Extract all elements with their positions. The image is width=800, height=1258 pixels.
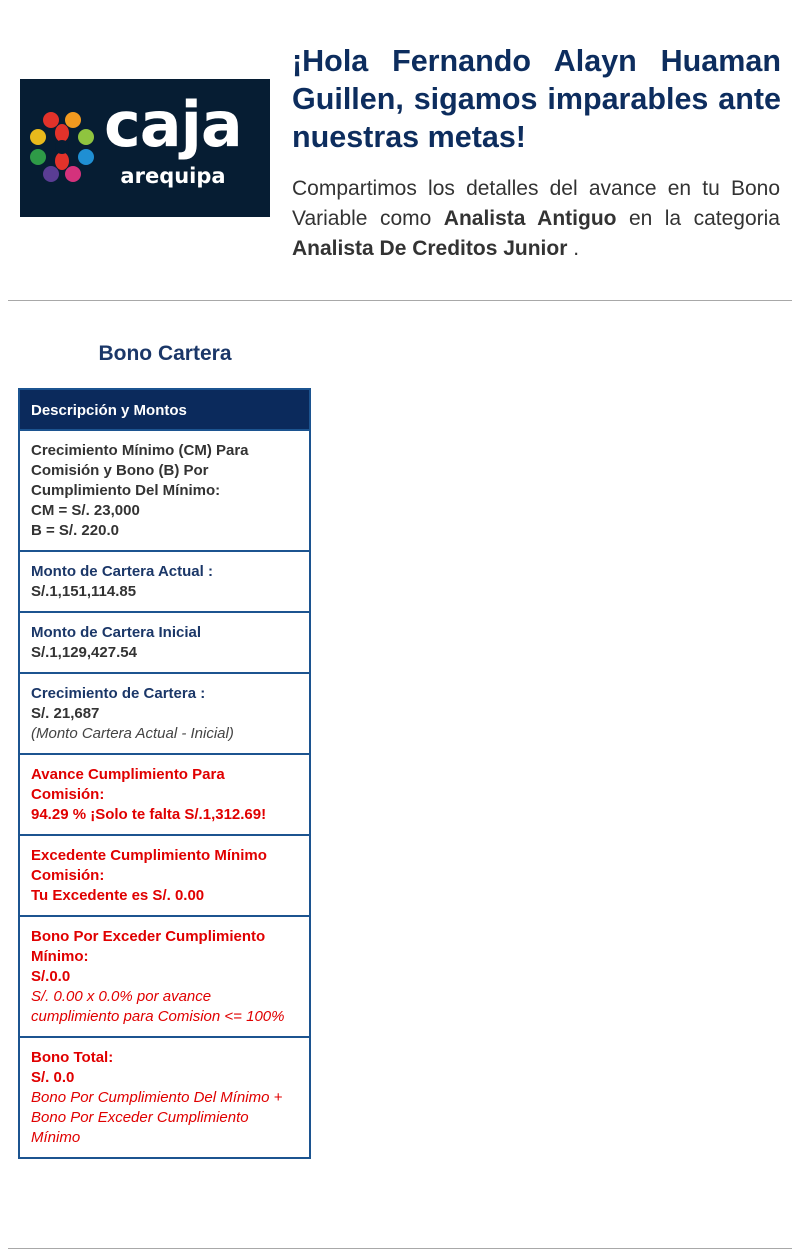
row-note: S/. 0.00 x 0.0% por avance cumplimiento … (31, 988, 285, 1025)
row-minimum-growth: Crecimiento Mínimo (CM) Para Comisión y … (20, 431, 309, 552)
intro-text-mid: en la categoria (616, 207, 780, 230)
row-value: S/.1,151,114.85 (31, 583, 137, 600)
row-label: Monto de Cartera Actual : (31, 563, 213, 580)
table-header: Descripción y Montos (20, 390, 309, 431)
row-value-b: B = S/. 220.0 (31, 522, 119, 539)
row-note: (Monto Cartera Actual - Inicial) (31, 725, 234, 742)
row-excess-bonus: Bono Por Exceder Cumplimiento Mínimo: S/… (20, 917, 309, 1038)
role-name: Analista Antiguo (443, 207, 617, 230)
row-value: S/. 0.0 (31, 1069, 75, 1086)
row-label: Excedente Cumplimiento Mínimo Comisión: (31, 847, 267, 884)
row-commission-progress: Avance Cumplimiento Para Comisión: 94.29… (20, 755, 309, 836)
row-portfolio-growth: Crecimiento de Cartera : S/. 21,687 (Mon… (20, 674, 309, 755)
row-value: S/. 21,687 (31, 705, 100, 722)
section-title: Bono Cartera (98, 342, 232, 365)
logo-brand-text: caja (104, 88, 243, 161)
row-value-cm: CM = S/. 23,000 (31, 502, 140, 519)
row-commission-excess: Excedente Cumplimiento Mínimo Comisión: … (20, 836, 309, 917)
caja-arequipa-logo: caja arequipa (20, 79, 270, 217)
intro-text-end: . (567, 237, 580, 260)
row-value: S/.1,129,427.54 (31, 644, 137, 661)
email-header: caja arequipa ¡Hola Fernando Alayn Huama… (0, 0, 800, 290)
greeting-heading: ¡Hola Fernando Alayn Huaman Guillen, sig… (292, 44, 781, 154)
row-value: 94.29 % ¡Solo te falta S/.1,312.69! (31, 806, 267, 823)
row-label: Bono Por Exceder Cumplimiento Mínimo: (31, 928, 266, 965)
row-value: S/.0.0 (31, 968, 71, 985)
row-total-bonus: Bono Total: S/. 0.0 Bono Por Cumplimient… (20, 1038, 309, 1157)
email-page: caja arequipa ¡Hola Fernando Alayn Huama… (0, 0, 800, 1258)
logo-sub-text: arequipa (120, 164, 226, 188)
row-current-portfolio: Monto de Cartera Actual : S/.1,151,114.8… (20, 552, 309, 613)
bottom-divider (8, 1248, 792, 1249)
row-label: Monto de Cartera Inicial (31, 624, 202, 641)
row-initial-portfolio: Monto de Cartera Inicial S/.1,129,427.54 (20, 613, 309, 674)
category-name: Analista De Creditos Junior (292, 237, 568, 260)
row-label: Avance Cumplimiento Para Comisión: (31, 766, 225, 803)
row-label: Crecimiento de Cartera : (31, 685, 206, 702)
intro-paragraph: Compartimos los detalles del avance en t… (292, 174, 780, 264)
top-divider (8, 300, 792, 301)
row-label: Crecimiento Mínimo (CM) Para Comisión y … (31, 442, 249, 499)
row-note: Bono Por Cumplimiento Del Mínimo + Bono … (31, 1089, 283, 1146)
row-label: Bono Total: (31, 1049, 114, 1066)
bono-cartera-table: Descripción y Montos Crecimiento Mínimo … (18, 388, 311, 1159)
row-value: Tu Excedente es S/. 0.00 (31, 887, 205, 904)
